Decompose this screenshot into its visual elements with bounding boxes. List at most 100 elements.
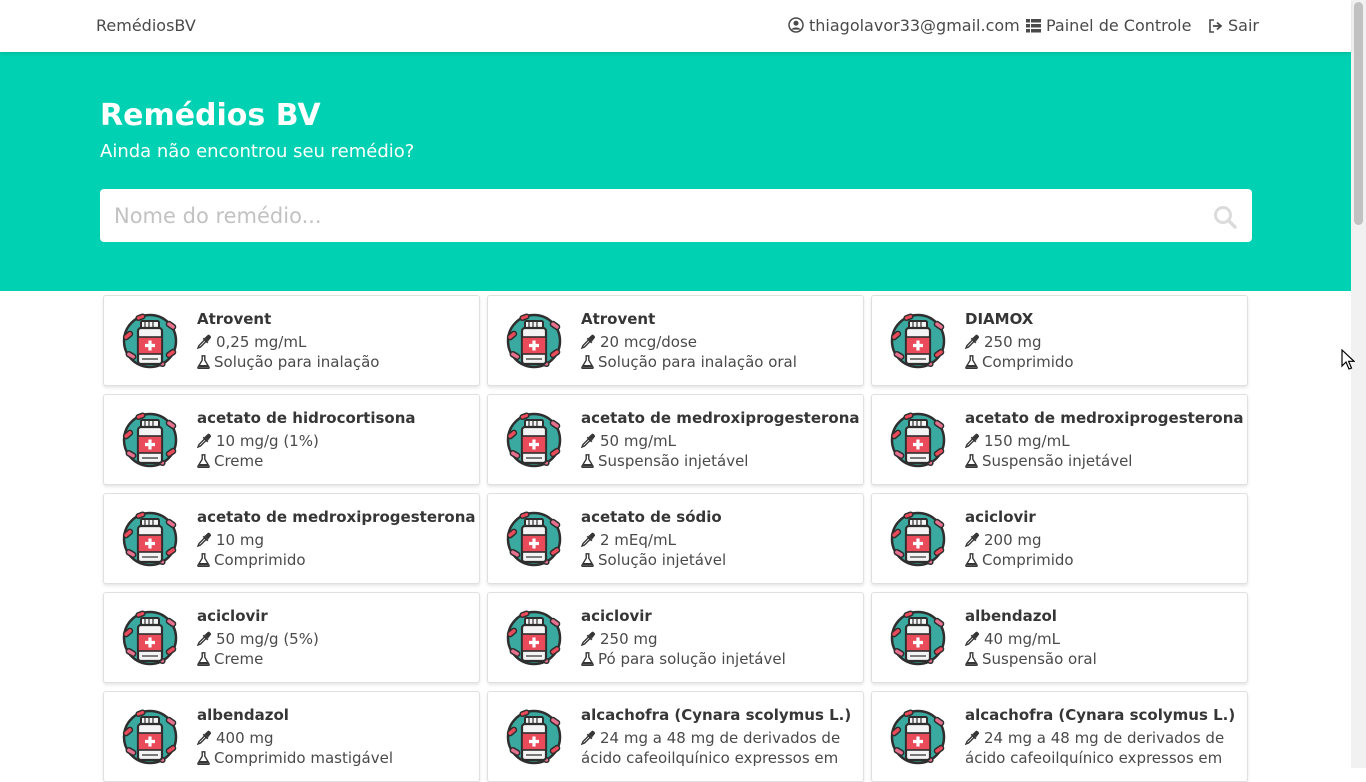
medicine-dose-text: 10 mg/g (1%) — [216, 432, 319, 450]
dropper-icon — [196, 334, 212, 350]
medicine-form: Suspensão oral — [965, 649, 1241, 669]
flask-icon — [581, 652, 594, 667]
medicine-dose-text: 10 mg — [216, 531, 264, 549]
medicine-dose: 10 mg/g (1%) — [196, 431, 473, 451]
medicine-dose-text: 250 mg — [600, 630, 658, 648]
medicine-bottle-icon — [890, 511, 946, 567]
medicine-name: Atrovent — [581, 310, 656, 328]
table-list-icon — [1026, 19, 1041, 33]
medicine-card[interactable]: alcachofra (Cynara scolymus L.) 24 mg a … — [871, 691, 1248, 782]
medicine-card[interactable]: acetato de hidrocortisona 10 mg/g (1%) C… — [103, 394, 480, 485]
sign-out-icon — [1209, 19, 1223, 33]
medicine-dose-text: 24 mg a 48 mg de derivados de ácido cafe… — [965, 729, 1225, 767]
control-panel-link[interactable]: Painel de Controle — [1026, 0, 1191, 52]
medicine-form: Comprimido — [965, 550, 1241, 570]
medicine-bottle-icon — [122, 412, 178, 468]
medicine-dose: 200 mg — [964, 530, 1241, 550]
medicine-card[interactable]: Atrovent 0,25 mg/mL Solução para inalaçã… — [103, 295, 480, 386]
medicine-dose-text: 50 mg/mL — [600, 432, 677, 450]
dropper-icon — [580, 730, 596, 746]
medicine-dose-text: 150 mg/mL — [984, 432, 1070, 450]
medicine-card[interactable]: acetato de medroxiprogesterona 10 mg Com… — [103, 493, 480, 584]
medicine-form-text: Comprimido — [982, 353, 1074, 371]
medicine-dose-text: 40 mg/mL — [984, 630, 1061, 648]
medicine-form: Suspensão injetável — [581, 451, 857, 471]
medicine-form-text: Solução para inalação oral — [598, 353, 797, 371]
medicine-name: albendazol — [197, 706, 289, 724]
medicine-card[interactable]: albendazol 40 mg/mL Suspensão oral — [871, 592, 1248, 683]
flask-icon — [581, 553, 594, 568]
medicine-card[interactable]: aciclovir 50 mg/g (5%) Creme — [103, 592, 480, 683]
flask-icon — [965, 553, 978, 568]
flask-icon — [197, 751, 210, 766]
medicine-form-text: Comprimido — [214, 551, 306, 569]
medicine-name: DIAMOX — [965, 310, 1034, 328]
medicine-form-text: Creme — [214, 650, 264, 668]
dropper-icon — [580, 631, 596, 647]
medicine-bottle-icon — [506, 313, 562, 369]
medicine-name: aciclovir — [965, 508, 1036, 526]
search-input[interactable] — [100, 189, 1200, 242]
dropper-icon — [964, 631, 980, 647]
medicine-card[interactable]: albendazol 400 mg Comprimido mastigável — [103, 691, 480, 782]
medicine-name: aciclovir — [197, 607, 268, 625]
medicine-form: Creme — [197, 649, 473, 669]
user-circle-icon — [788, 17, 804, 33]
medicine-card[interactable]: aciclovir 200 mg Comprimido — [871, 493, 1248, 584]
dropper-icon — [580, 334, 596, 350]
dropper-icon — [964, 433, 980, 449]
medicine-dose: 24 mg a 48 mg de derivados de ácido cafe… — [580, 728, 857, 768]
dropper-icon — [580, 532, 596, 548]
medicine-dose: 250 mg — [964, 332, 1241, 352]
user-email-link[interactable]: thiagolavor33@gmail.com — [788, 0, 1020, 52]
medicine-bottle-icon — [890, 709, 946, 765]
brand-link[interactable]: RemédiosBV — [96, 0, 196, 52]
medicine-form: Comprimido — [197, 550, 473, 570]
medicine-form-text: Comprimido — [982, 551, 1074, 569]
dropper-icon — [964, 532, 980, 548]
medicine-name: acetato de sódio — [581, 508, 722, 526]
page-title: Remédios BV — [100, 98, 321, 133]
medicine-dose: 20 mcg/dose — [580, 332, 857, 352]
dropper-icon — [964, 334, 980, 350]
medicine-name: Atrovent — [197, 310, 272, 328]
search-icon[interactable] — [1213, 205, 1237, 229]
dropper-icon — [964, 730, 980, 746]
dropper-icon — [196, 433, 212, 449]
medicine-card[interactable]: acetato de medroxiprogesterona 150 mg/mL… — [871, 394, 1248, 485]
medicine-dose: 0,25 mg/mL — [196, 332, 473, 352]
medicine-name: aciclovir — [581, 607, 652, 625]
medicine-dose: 10 mg — [196, 530, 473, 550]
flask-icon — [965, 355, 978, 370]
medicine-name: alcachofra (Cynara scolymus L.) — [965, 706, 1236, 724]
medicine-bottle-icon — [122, 709, 178, 765]
medicine-card[interactable]: acetato de medroxiprogesterona 50 mg/mL … — [487, 394, 864, 485]
medicine-dose: 24 mg a 48 mg de derivados de ácido cafe… — [964, 728, 1241, 768]
top-navbar: RemédiosBV thiagolavor33@gmail.com Paine… — [0, 0, 1351, 52]
medicine-card[interactable]: DIAMOX 250 mg Comprimido — [871, 295, 1248, 386]
page-subtitle: Ainda não encontrou seu remédio? — [100, 141, 415, 162]
user-email-label: thiagolavor33@gmail.com — [809, 16, 1020, 35]
medicine-dose-text: 0,25 mg/mL — [216, 333, 307, 351]
medicine-card[interactable]: Atrovent 20 mcg/dose Solução para inalaç… — [487, 295, 864, 386]
medicine-form-text: Solução para inalação — [214, 353, 380, 371]
medicine-dose-text: 2 mEq/mL — [600, 531, 676, 549]
medicine-card[interactable]: aciclovir 250 mg Pó para solução injetáv… — [487, 592, 864, 683]
medicine-dose-text: 20 mcg/dose — [600, 333, 698, 351]
medicine-bottle-icon — [122, 313, 178, 369]
medicine-card[interactable]: acetato de sódio 2 mEq/mL Solução injetá… — [487, 493, 864, 584]
medicine-form: Comprimido mastigável — [197, 748, 473, 768]
scrollbar-thumb[interactable] — [1354, 2, 1363, 225]
medicine-card[interactable]: alcachofra (Cynara scolymus L.) 24 mg a … — [487, 691, 864, 782]
flask-icon — [197, 652, 210, 667]
medicine-bottle-icon — [506, 511, 562, 567]
medicine-name: acetato de medroxiprogesterona — [965, 409, 1244, 427]
medicine-dose-text: 250 mg — [984, 333, 1042, 351]
medicine-form-text: Suspensão injetável — [598, 452, 749, 470]
flask-icon — [965, 652, 978, 667]
logout-link[interactable]: Sair — [1208, 0, 1259, 52]
page-scrollbar[interactable] — [1351, 0, 1366, 768]
medicine-form-text: Creme — [214, 452, 264, 470]
control-panel-label: Painel de Controle — [1046, 16, 1192, 35]
logout-label: Sair — [1228, 16, 1259, 35]
